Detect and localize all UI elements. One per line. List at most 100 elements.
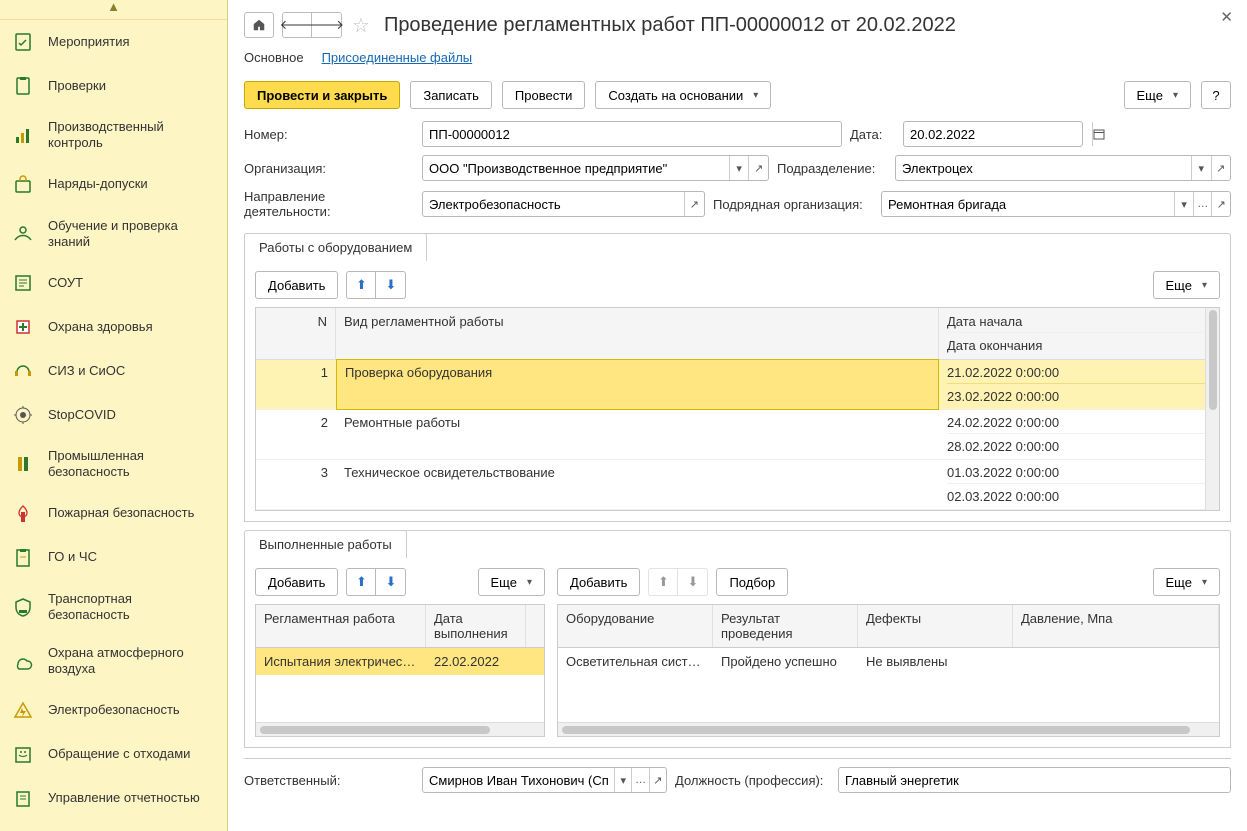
done-left-scrollbar[interactable] [256,722,544,736]
direction-open-icon[interactable]: ↗ [684,192,704,216]
position-input[interactable] [839,768,1230,792]
tab-attached-files[interactable]: Присоединенные файлы [322,50,473,65]
create-based-on-button[interactable]: Создать на основании [595,81,771,109]
sidebar-item-label: Охрана атмосферного воздуха [48,645,215,678]
done-right-pick-button[interactable]: Подбор [716,568,788,596]
sidebar-item-10[interactable]: Пожарная безопасность [0,492,227,536]
sidebar-item-label: Охрана здоровья [48,319,153,335]
close-icon[interactable]: ✕ [1220,8,1233,26]
command-bar: Провести и закрыть Записать Провести Соз… [228,75,1247,115]
col-work-type[interactable]: Вид регламентной работы [336,308,939,359]
sidebar-item-4[interactable]: Обучение и проверка знаний [0,207,227,262]
label-number: Номер: [244,127,414,142]
number-input[interactable] [423,122,611,146]
post-button[interactable]: Провести [502,81,586,109]
done-left-up-button[interactable]: ⬆ [346,568,376,596]
sidebar-icon-12 [12,596,34,618]
done-works-tab[interactable]: Выполненные работы [244,530,407,558]
contractor-open-icon[interactable]: ↗ [1211,192,1230,216]
responsible-ellipsis-icon[interactable]: … [631,768,648,792]
responsible-open-icon[interactable]: ↗ [649,768,666,792]
org-input[interactable] [423,156,729,180]
done-right-more-button[interactable]: Еще [1153,568,1220,596]
done-right-down-button[interactable]: ⬇ [678,568,708,596]
nav-forward-button[interactable]: 🡒 [312,12,342,38]
equip-row[interactable]: 3Техническое освидетельствование01.03.20… [256,460,1219,510]
sidebar-item-label: Производственный контроль [48,119,215,152]
col-defects[interactable]: Дефекты [858,605,1013,647]
responsible-dropdown-icon[interactable]: ▾ [614,768,631,792]
tab-main[interactable]: Основное [244,50,304,65]
sidebar-item-6[interactable]: Охрана здоровья [0,305,227,349]
dept-open-icon[interactable]: ↗ [1211,156,1230,180]
org-open-icon[interactable]: ↗ [748,156,768,180]
label-org: Организация: [244,161,414,176]
sidebar-item-label: Проверки [48,78,106,94]
col-reg-work[interactable]: Регламентная работа [256,605,426,647]
equip-row[interactable]: 1Проверка оборудования21.02.2022 0:00:00… [256,360,1219,410]
org-dropdown-icon[interactable]: ▾ [729,156,749,180]
sidebar-item-14[interactable]: Электробезопасность [0,689,227,733]
done-right-add-button[interactable]: Добавить [557,568,640,596]
sidebar-item-5[interactable]: СОУТ [0,261,227,305]
done-left-more-button[interactable]: Еще [478,568,545,596]
sidebar-item-8[interactable]: StopCOVID [0,393,227,437]
label-dept: Подразделение: [777,161,887,176]
done-left-grid[interactable]: Испытания электрическ...22.02.2022 [255,647,545,737]
contractor-dropdown-icon[interactable]: ▾ [1174,192,1193,216]
sidebar-item-0[interactable]: Мероприятия [0,20,227,64]
home-button[interactable] [244,12,274,38]
sidebar-item-7[interactable]: СИЗ и СиОС [0,349,227,393]
contractor-input[interactable] [882,192,1174,216]
sidebar-icon-11 [12,547,34,569]
dept-dropdown-icon[interactable]: ▾ [1191,156,1210,180]
direction-input[interactable] [423,192,684,216]
calendar-icon[interactable] [1092,122,1105,146]
col-result[interactable]: Результат проведения [713,605,858,647]
sidebar-item-9[interactable]: Промышленная безопасность [0,437,227,492]
sidebar-item-15[interactable]: Обращение с отходами [0,733,227,777]
col-pressure[interactable]: Давление, Мпа [1013,605,1219,647]
label-contractor: Подрядная организация: [713,197,873,212]
favorite-star-icon[interactable]: ☆ [352,13,370,38]
done-right-grid[interactable]: Осветительная систе...Пройдено успешноНе… [557,647,1220,737]
sidebar-collapse-toggle[interactable]: ▲ [0,0,227,20]
done-right-up-button[interactable]: ⬆ [648,568,678,596]
sidebar-item-11[interactable]: ГО и ЧС [0,536,227,580]
main-area: ✕ 🡐 🡒 ☆ Проведение регламентных работ ПП… [228,0,1247,831]
equip-add-button[interactable]: Добавить [255,271,338,299]
sidebar-item-13[interactable]: Охрана атмосферного воздуха [0,634,227,689]
sidebar: ▲ Мероприятия Проверки Производственный ко… [0,0,228,831]
col-dates: Дата начала Дата окончания [939,308,1219,359]
sidebar-item-16[interactable]: Управление отчетностью [0,777,227,821]
col-equipment[interactable]: Оборудование [558,605,713,647]
done-right-scrollbar[interactable] [558,722,1219,736]
sidebar-item-2[interactable]: Производственный контроль [0,108,227,163]
equipment-works-tab[interactable]: Работы с оборудованием [244,233,427,261]
done-right-row[interactable]: Осветительная систе...Пройдено успешноНе… [558,648,1219,675]
responsible-input[interactable] [423,768,614,792]
sidebar-item-3[interactable]: Наряды-допуски [0,163,227,207]
equip-more-button[interactable]: Еще [1153,271,1220,299]
col-n[interactable]: N [256,308,336,359]
sidebar-item-12[interactable]: Транспортная безопасность [0,580,227,635]
more-button[interactable]: Еще [1124,81,1191,109]
sidebar-icon-9 [12,453,34,475]
sidebar-item-1[interactable]: Проверки [0,64,227,108]
nav-back-button[interactable]: 🡐 [282,12,312,38]
equip-move-up-button[interactable]: ⬆ [346,271,376,299]
done-left-down-button[interactable]: ⬇ [376,568,406,596]
equip-grid-scrollbar[interactable] [1205,308,1219,510]
equip-row[interactable]: 2Ремонтные работы24.02.2022 0:00:0028.02… [256,410,1219,460]
col-perf-date[interactable]: Дата выполнения [426,605,526,647]
contractor-ellipsis-icon[interactable]: … [1193,192,1212,216]
help-button[interactable]: ? [1201,81,1231,109]
label-direction: Направление деятельности: [244,189,414,219]
dept-input[interactable] [896,156,1191,180]
save-button[interactable]: Записать [410,81,492,109]
equip-move-down-button[interactable]: ⬇ [376,271,406,299]
done-left-add-button[interactable]: Добавить [255,568,338,596]
date-input[interactable] [904,122,1092,146]
done-left-row[interactable]: Испытания электрическ...22.02.2022 [256,648,544,675]
post-and-close-button[interactable]: Провести и закрыть [244,81,400,109]
